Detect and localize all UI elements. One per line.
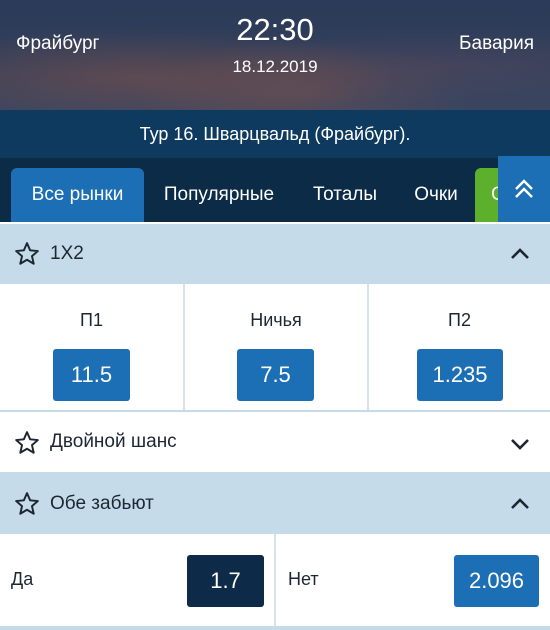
- odd-button[interactable]: 1.235: [417, 349, 503, 401]
- outcome-label: П2: [448, 310, 471, 330]
- odd-button[interactable]: 7.5: [237, 349, 314, 401]
- star-icon[interactable]: [14, 430, 40, 456]
- chevron-down-icon[interactable]: [510, 434, 530, 454]
- tab-all-markets[interactable]: Все рынки: [11, 168, 144, 222]
- match-date: 18.12.2019: [232, 57, 318, 76]
- market-both-score-header[interactable]: Обе забьют: [0, 474, 550, 534]
- chevron-up-icon[interactable]: [510, 494, 530, 514]
- star-icon[interactable]: [14, 491, 40, 517]
- match-header: Фрайбург 22:30 18.12.2019 Бавария: [0, 0, 550, 110]
- market-double-chance-header[interactable]: Двойной шанс: [0, 410, 550, 474]
- tab-totals[interactable]: Тоталы: [296, 168, 394, 222]
- tab-points[interactable]: Очки: [402, 168, 470, 222]
- scroll-top-button[interactable]: [498, 156, 550, 222]
- market-tabs: Все рынки Популярные Тоталы Очки С: [0, 158, 550, 222]
- tab-popular[interactable]: Популярные: [150, 168, 288, 222]
- odd-button[interactable]: 11.5: [53, 349, 130, 401]
- away-team-name: Бавария: [459, 33, 534, 54]
- market-title: 1X2: [50, 243, 84, 264]
- outcome-label: Да: [11, 569, 34, 589]
- market-1x2-outcomes: П1 11.5 Ничья 7.5 П2 1.235: [0, 284, 550, 410]
- outcome-draw: Ничья 7.5: [185, 284, 369, 410]
- market-title: Двойной шанс: [50, 431, 177, 452]
- round-text: Тур 16. Шварцвальд (Фрайбург).: [139, 123, 411, 144]
- outcome-label: Нет: [288, 569, 319, 589]
- market-1x2-header[interactable]: 1X2: [0, 224, 550, 284]
- outcome-home: П1 11.5: [0, 284, 185, 410]
- chevron-up-icon[interactable]: [510, 244, 530, 264]
- market-title: Обе забьют: [50, 493, 154, 514]
- outcome-label: Ничья: [250, 310, 302, 330]
- market-both-score-outcomes: Да 1.7 Нет 2.096: [0, 534, 550, 630]
- outcome-away: П2 1.235: [369, 284, 550, 410]
- star-icon[interactable]: [14, 241, 40, 267]
- outcome-label: П1: [80, 310, 103, 330]
- odd-button-selected[interactable]: 1.7: [187, 555, 264, 607]
- double-chevron-up-icon: [515, 179, 533, 198]
- divider: [0, 626, 550, 630]
- round-info: Тур 16. Шварцвальд (Фрайбург).: [0, 110, 550, 158]
- odd-button[interactable]: 2.096: [454, 555, 539, 607]
- outcome-no: Нет 2.096: [276, 534, 550, 630]
- outcome-yes: Да 1.7: [0, 534, 276, 630]
